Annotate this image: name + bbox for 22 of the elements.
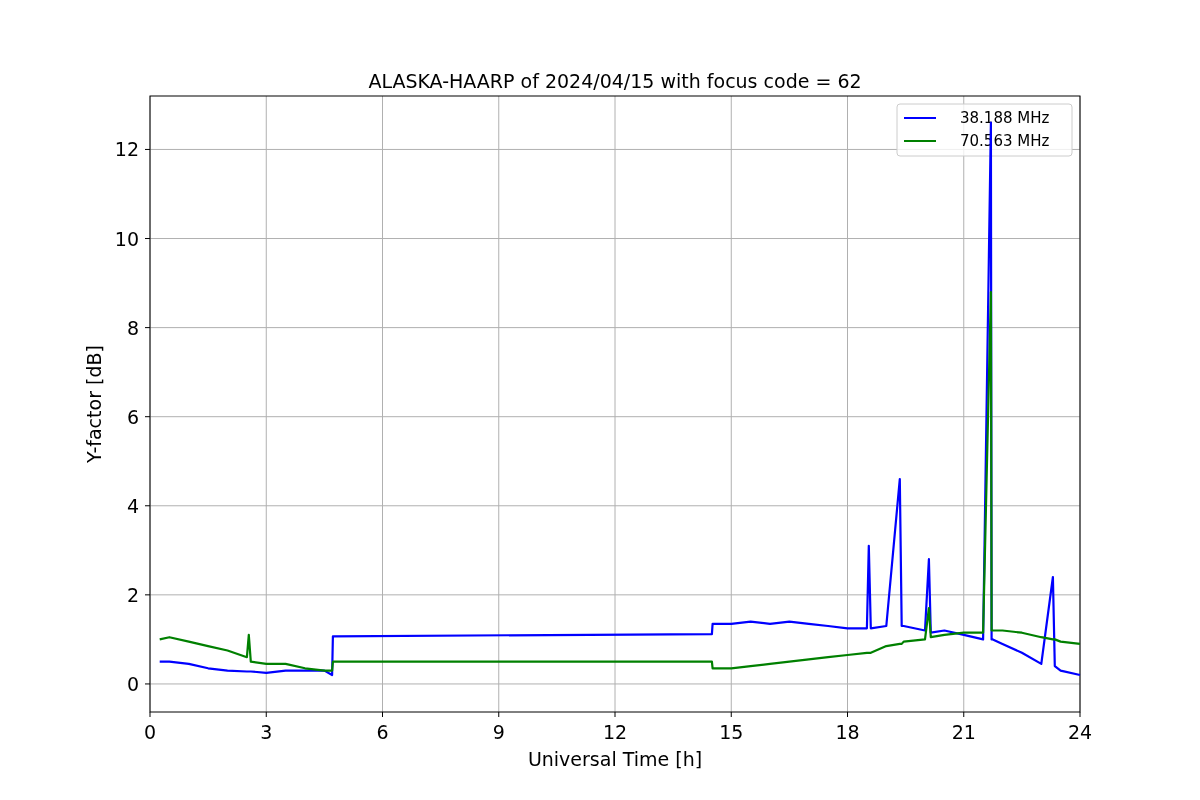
y-tick-label: 10 [114, 227, 139, 250]
y-tick-label: 0 [126, 672, 139, 695]
x-tick-label: 24 [1067, 721, 1093, 743]
x-tick-label: 21 [951, 721, 976, 743]
legend-label: 38.188 MHz [960, 109, 1050, 127]
x-axis-label: Universal Time [h] [527, 748, 703, 770]
x-tick-label: 3 [260, 721, 273, 743]
x-tick-label: 18 [835, 721, 860, 743]
legend-line [903, 140, 937, 142]
x-tick-label: 12 [602, 721, 628, 743]
y-tick-label: 8 [126, 316, 139, 339]
chart-title: ALASKA-HAARP of 2024/04/15 with focus code = 62 [368, 70, 862, 92]
y-tick-label: 4 [126, 494, 139, 517]
legend-line [903, 117, 937, 119]
x-tick-label: 15 [719, 721, 744, 743]
y-tick-label: 6 [126, 405, 139, 428]
y-tick-label: 12 [114, 138, 139, 161]
x-tick-label: 9 [492, 721, 505, 743]
y-axis-label: Y-factor [dB] [83, 345, 105, 463]
x-tick-label: 0 [143, 721, 157, 743]
y-tick-label: 2 [126, 583, 139, 606]
x-tick-label: 6 [376, 721, 389, 743]
